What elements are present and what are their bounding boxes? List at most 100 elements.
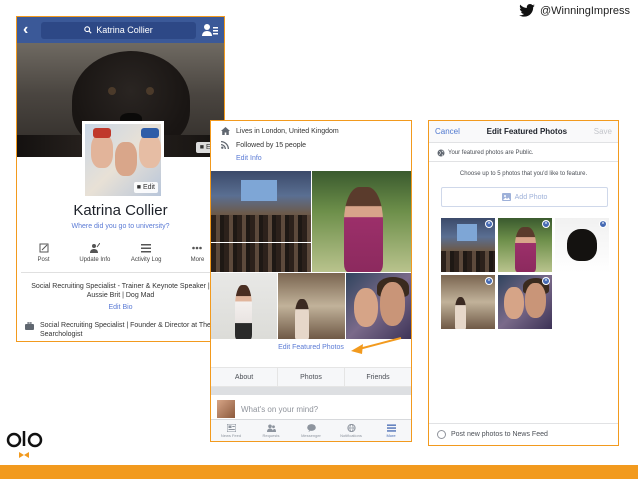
- checkbox[interactable]: [437, 430, 446, 439]
- selected-featured-photo[interactable]: ×: [498, 218, 552, 272]
- tab-messenger-label: Messenger: [301, 432, 321, 438]
- privacy-note: Your featured photos are Public.: [437, 149, 534, 157]
- featured-photo[interactable]: [211, 171, 311, 242]
- remove-photo-icon[interactable]: ×: [599, 220, 607, 228]
- tab-requests[interactable]: Requests: [251, 420, 291, 441]
- back-icon[interactable]: ‹: [23, 21, 35, 39]
- remove-photo-icon[interactable]: ×: [485, 220, 493, 228]
- avatar: [217, 400, 235, 418]
- search-icon: [84, 26, 92, 34]
- lives-in-text: Lives in London, United Kingdom: [236, 127, 339, 135]
- section-divider: [211, 387, 411, 395]
- edit-info-link[interactable]: Edit Info: [236, 155, 262, 162]
- profile-picture-edit-button[interactable]: ■ Edit: [133, 182, 158, 193]
- cancel-button[interactable]: Cancel: [435, 127, 460, 136]
- twitter-handle: @WinningImpress: [519, 4, 630, 17]
- activity-log-button[interactable]: Activity Log: [124, 243, 169, 272]
- tab-about[interactable]: About: [211, 368, 277, 386]
- edit-featured-header: Cancel Edit Featured Photos Save: [429, 121, 618, 143]
- work-row: Social Recruiting Specialist | Founder &…: [25, 321, 220, 339]
- more-label: More: [190, 257, 205, 263]
- news-feed-icon: [226, 423, 236, 432]
- activity-log-label: Activity Log: [130, 257, 162, 263]
- save-button[interactable]: Save: [594, 127, 612, 136]
- bottom-tab-bar: News Feed Requests Messenger Notificatio…: [211, 419, 411, 441]
- list-icon: [141, 244, 152, 253]
- profile-name: Katrina Collier: [73, 202, 168, 219]
- remove-photo-icon[interactable]: ×: [542, 277, 550, 285]
- featured-photo[interactable]: [346, 273, 411, 339]
- menu-icon: [386, 424, 396, 432]
- friend-requests-icon: [266, 424, 276, 432]
- briefcase-icon: [25, 322, 34, 330]
- home-icon: [221, 127, 230, 135]
- photo-icon: [501, 193, 511, 201]
- work-text: Social Recruiting Specialist | Founder &…: [40, 322, 211, 338]
- rss-icon: [221, 141, 229, 149]
- edit-bio-link[interactable]: Edit Bio: [17, 304, 224, 311]
- camera-icon: ■: [199, 144, 204, 151]
- selected-featured-photo[interactable]: ×: [441, 218, 495, 272]
- followed-by-text: Followed by 15 people: [236, 141, 307, 149]
- add-photo-label: Add Photo: [514, 193, 548, 201]
- tab-notifications[interactable]: Notifications: [331, 420, 371, 441]
- tab-news-feed-label: News Feed: [220, 432, 242, 438]
- globe-icon: [437, 149, 445, 157]
- edit-featured-screenshot: Cancel Edit Featured Photos Save Your fe…: [428, 120, 619, 446]
- privacy-note-text: Your featured photos are Public.: [448, 150, 534, 156]
- remove-photo-icon[interactable]: ×: [485, 277, 493, 285]
- selected-featured-photo[interactable]: ×: [555, 218, 609, 272]
- choose-instructions: Choose up to 5 photos that you'd like to…: [459, 171, 588, 177]
- remove-photo-icon[interactable]: ×: [542, 220, 550, 228]
- followed-by-row: Followed by 15 people: [221, 141, 306, 149]
- search-bar[interactable]: Katrina Collier: [41, 21, 196, 39]
- profile-screenshot: ‹ Katrina Collier ■ Edit ■ Edit Katrina …: [16, 16, 225, 342]
- tab-more-label: More: [386, 432, 396, 438]
- featured-photos-screenshot: Lives in London, United Kingdom Followed…: [210, 120, 412, 442]
- add-photo-button[interactable]: Add Photo: [441, 187, 608, 207]
- footer-bar: [0, 465, 638, 479]
- selected-featured-photo[interactable]: ×: [498, 275, 552, 329]
- post-button[interactable]: Post: [21, 243, 66, 272]
- post-label: Post: [37, 257, 50, 263]
- brand-logo: [6, 431, 43, 458]
- bio-text: Social Recruiting Specialist - Trainer &…: [31, 283, 210, 299]
- lives-in-row: Lives in London, United Kingdom: [221, 127, 339, 135]
- divider: [429, 161, 618, 162]
- profile-action-row: Post Update Info Activity Log More: [21, 243, 220, 273]
- friend-settings-icon[interactable]: [202, 23, 218, 37]
- pencil-icon: [39, 243, 48, 253]
- post-to-news-feed-option[interactable]: Post new photos to News Feed: [429, 423, 618, 445]
- post-option-label: Post new photos to News Feed: [451, 431, 548, 438]
- tab-news-feed[interactable]: News Feed: [211, 420, 251, 441]
- avatar-edit-label: Edit: [142, 184, 155, 191]
- featured-photo[interactable]: [211, 243, 311, 272]
- update-info-icon: [89, 243, 100, 253]
- tab-messenger[interactable]: Messenger: [291, 420, 331, 441]
- profile-tabs: About Photos Friends: [211, 367, 411, 387]
- selected-featured-photo[interactable]: ×: [441, 275, 495, 329]
- twitter-bird-icon: [519, 4, 535, 17]
- composer-placeholder: What's on your mind?: [241, 404, 319, 414]
- tab-friends[interactable]: Friends: [344, 368, 411, 386]
- globe-icon: [346, 423, 356, 432]
- university-prompt-link[interactable]: Where did you go to university?: [17, 223, 224, 230]
- tab-requests-label: Requests: [262, 432, 280, 438]
- camera-icon: ■: [136, 184, 141, 191]
- featured-photo[interactable]: [211, 273, 277, 339]
- more-dots-icon: [192, 246, 203, 250]
- page-title: Edit Featured Photos: [486, 127, 568, 136]
- profile-picture[interactable]: ■ Edit: [82, 121, 164, 199]
- annotation-arrow-icon: [351, 337, 402, 354]
- status-composer[interactable]: What's on your mind?: [217, 400, 318, 418]
- featured-photo[interactable]: [278, 273, 345, 339]
- messenger-icon: [306, 423, 316, 432]
- featured-photo[interactable]: [312, 171, 411, 272]
- tab-notifications-label: Notifications: [340, 432, 362, 438]
- update-info-label: Update Info: [79, 257, 111, 263]
- update-info-button[interactable]: Update Info: [72, 243, 117, 272]
- tab-photos[interactable]: Photos: [277, 368, 344, 386]
- top-nav-bar: ‹ Katrina Collier: [17, 17, 224, 43]
- search-text: Katrina Collier: [96, 25, 153, 35]
- tab-more[interactable]: More: [371, 420, 411, 441]
